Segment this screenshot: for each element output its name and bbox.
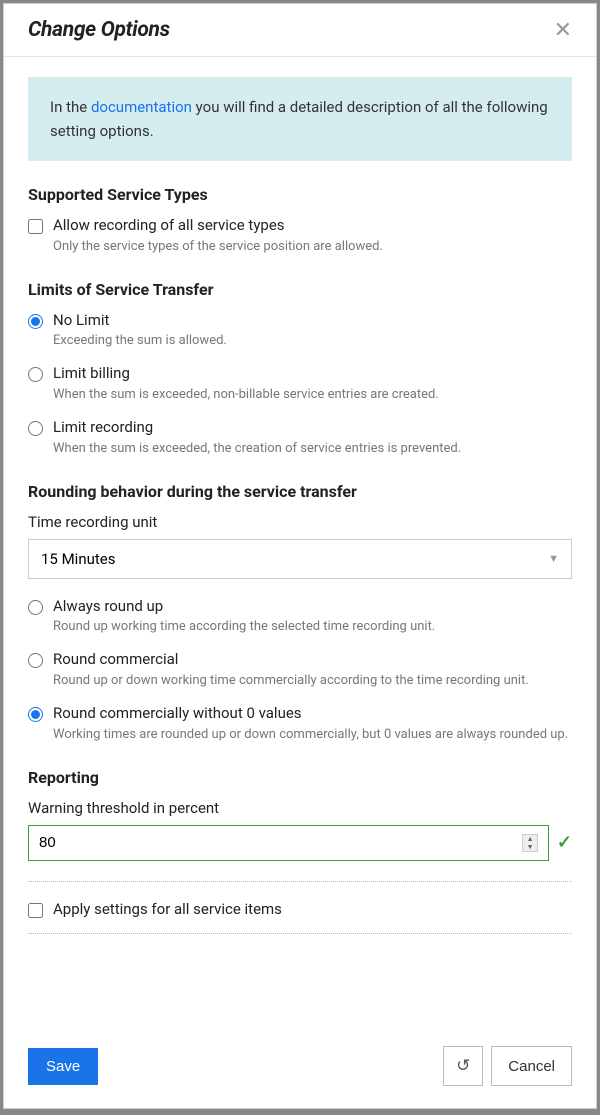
limit-recording-radio[interactable] [28, 421, 43, 436]
footer-right: ↺ Cancel [443, 1046, 572, 1086]
modal-body: In the documentation you will find a det… [4, 57, 596, 1030]
time-unit-value: 15 Minutes [41, 550, 115, 568]
apply-all-checkbox[interactable] [28, 903, 43, 918]
cancel-button[interactable]: Cancel [491, 1046, 572, 1086]
allow-all-desc: Only the service types of the service po… [53, 238, 572, 256]
reporting-heading: Reporting [28, 768, 572, 787]
round-commercial-no-zero-radio[interactable] [28, 707, 43, 722]
allow-all-option: Allow recording of all service types Onl… [28, 216, 572, 256]
threshold-row: ▲ ▼ ✓ [28, 825, 572, 861]
round-commercial-radio[interactable] [28, 653, 43, 668]
limit-recording-label: Limit recording [53, 418, 572, 438]
time-unit-label: Time recording unit [28, 513, 572, 531]
apply-all-option: Apply settings for all service items [28, 900, 572, 920]
threshold-label: Warning threshold in percent [28, 799, 572, 817]
modal-footer: Save ↺ Cancel [4, 1030, 596, 1108]
limit-billing-option: Limit billing When the sum is exceeded, … [28, 364, 572, 404]
supported-heading: Supported Service Types [28, 185, 572, 204]
no-limit-option: No Limit Exceeding the sum is allowed. [28, 311, 572, 351]
round-up-option: Always round up Round up working time ac… [28, 597, 572, 637]
limit-recording-desc: When the sum is exceeded, the creation o… [53, 440, 572, 458]
check-icon: ✓ [557, 832, 572, 853]
divider [28, 881, 572, 882]
no-limit-label: No Limit [53, 311, 572, 331]
no-limit-radio[interactable] [28, 314, 43, 329]
undo-icon: ↺ [456, 1056, 470, 1076]
limit-billing-radio[interactable] [28, 367, 43, 382]
threshold-input-wrapper: ▲ ▼ [28, 825, 549, 861]
no-limit-desc: Exceeding the sum is allowed. [53, 332, 572, 350]
modal-header: Change Options ✕ [4, 4, 596, 57]
option-content: Apply settings for all service items [53, 900, 572, 920]
option-content: Limit billing When the sum is exceeded, … [53, 364, 572, 404]
apply-all-label: Apply settings for all service items [53, 900, 572, 920]
time-unit-select-wrapper: 15 Minutes ▼ [28, 539, 572, 579]
round-commercial-no-zero-desc: Working times are rounded up or down com… [53, 726, 572, 744]
round-commercial-label: Round commercial [53, 650, 572, 670]
limit-billing-desc: When the sum is exceeded, non-billable s… [53, 386, 572, 404]
round-up-radio[interactable] [28, 600, 43, 615]
allow-all-checkbox[interactable] [28, 219, 43, 234]
limit-billing-label: Limit billing [53, 364, 572, 384]
info-box: In the documentation you will find a det… [28, 77, 572, 161]
option-content: Limit recording When the sum is exceeded… [53, 418, 572, 458]
limit-recording-option: Limit recording When the sum is exceeded… [28, 418, 572, 458]
limits-heading: Limits of Service Transfer [28, 280, 572, 299]
round-up-desc: Round up working time according the sele… [53, 618, 572, 636]
chevron-down-icon: ▼ [548, 552, 559, 565]
divider [28, 933, 572, 934]
change-options-modal: Change Options ✕ In the documentation yo… [3, 3, 597, 1109]
spinner-down-icon[interactable]: ▼ [523, 843, 537, 851]
round-up-label: Always round up [53, 597, 572, 617]
allow-all-label: Allow recording of all service types [53, 216, 572, 236]
number-spinner[interactable]: ▲ ▼ [522, 834, 538, 852]
round-commercial-no-zero-label: Round commercially without 0 values [53, 704, 572, 724]
option-content: Always round up Round up working time ac… [53, 597, 572, 637]
option-content: No Limit Exceeding the sum is allowed. [53, 311, 572, 351]
threshold-input[interactable] [39, 834, 522, 851]
time-unit-select[interactable]: 15 Minutes ▼ [28, 539, 572, 579]
option-content: Round commercially without 0 values Work… [53, 704, 572, 744]
spinner-up-icon[interactable]: ▲ [523, 835, 537, 843]
reset-button[interactable]: ↺ [443, 1046, 483, 1086]
save-button[interactable]: Save [28, 1048, 98, 1085]
rounding-heading: Rounding behavior during the service tra… [28, 482, 572, 501]
close-icon[interactable]: ✕ [550, 19, 576, 41]
modal-title: Change Options [28, 18, 170, 42]
round-commercial-no-zero-option: Round commercially without 0 values Work… [28, 704, 572, 744]
option-content: Round commercial Round up or down workin… [53, 650, 572, 690]
documentation-link[interactable]: documentation [91, 98, 192, 116]
round-commercial-option: Round commercial Round up or down workin… [28, 650, 572, 690]
info-text-prefix: In the [50, 98, 91, 116]
option-content: Allow recording of all service types Onl… [53, 216, 572, 256]
round-commercial-desc: Round up or down working time commercial… [53, 672, 572, 690]
